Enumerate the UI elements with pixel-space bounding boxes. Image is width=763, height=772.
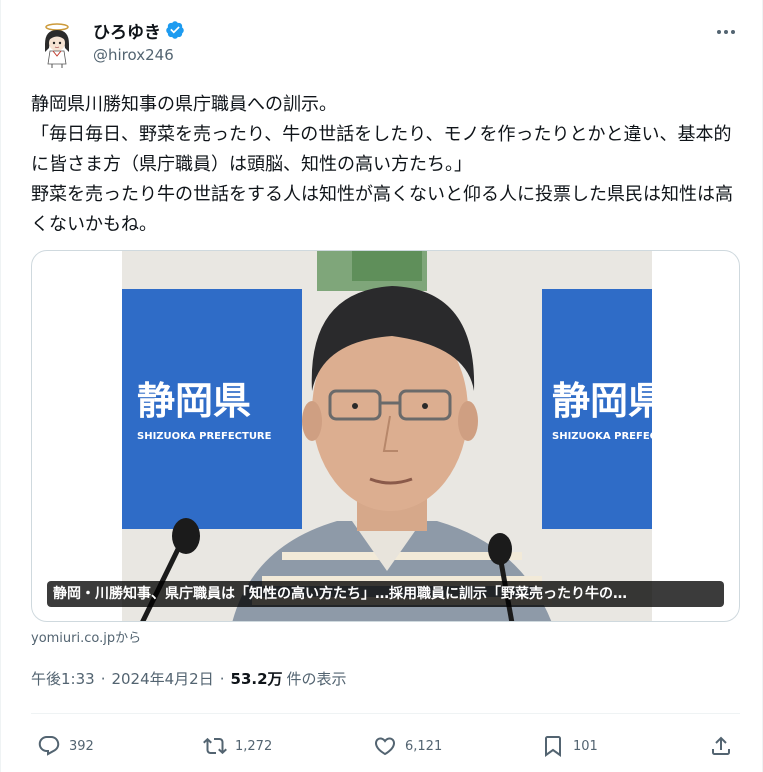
- views-label: 件の表示: [286, 670, 347, 688]
- share-button[interactable]: [709, 733, 733, 759]
- verified-badge-icon: [165, 20, 185, 40]
- like-button[interactable]: 6,121: [373, 733, 442, 759]
- meta-separator: ·: [100, 669, 106, 688]
- tweet-meta: 午後1:33 · 2024年4月2日 · 53.2万 件の表示: [31, 668, 347, 689]
- heart-icon: [374, 737, 396, 756]
- divider: [31, 713, 740, 714]
- tweet-date[interactable]: 2024年4月2日: [111, 668, 213, 689]
- more-options-button[interactable]: [714, 22, 738, 42]
- card-source-link[interactable]: yomiuri.co.jpから: [31, 627, 141, 646]
- tweet-detail: ひろゆき @hirox246 静岡県川勝知事の県庁職員への訓示。 「毎日毎日、野…: [0, 0, 763, 772]
- sign-text-left: 静岡県: [137, 379, 251, 423]
- repost-arrows-icon: [203, 737, 227, 755]
- avatar[interactable]: [31, 18, 83, 70]
- sign-subtext-right: SHIZUOKA PREFECTURE: [552, 431, 652, 442]
- like-count: 6,121: [405, 738, 443, 754]
- author-name-row[interactable]: ひろゆき: [93, 18, 185, 43]
- author-handle[interactable]: @hirox246: [93, 46, 174, 64]
- views-count: 53.2万: [230, 670, 283, 688]
- sign-subtext-left: SHIZUOKA PREFECTURE: [137, 431, 272, 442]
- more-dots-icon: [716, 30, 737, 34]
- sign-text-right: 静岡県: [552, 379, 652, 423]
- link-card[interactable]: 静岡県 SHIZUOKA PREFECTURE 静岡県 SHIZUOKA PRE…: [31, 250, 740, 622]
- tweet-text: 静岡県川勝知事の県庁職員への訓示。 「毎日毎日、野菜を売ったり、牛の世話をしたり…: [31, 94, 733, 235]
- card-caption: 静岡・川勝知事、県庁職員は「知性の高い方たち」…採用職員に訓示「野菜売ったり牛の…: [47, 581, 724, 607]
- repost-button[interactable]: 1,272: [203, 733, 272, 759]
- meta-separator: ·: [219, 669, 225, 688]
- bookmark-button[interactable]: 101: [541, 733, 598, 759]
- share-upload-icon: [712, 736, 730, 755]
- reply-count: 392: [69, 738, 94, 754]
- bookmark-count: 101: [573, 738, 598, 754]
- repost-count: 1,272: [235, 738, 273, 754]
- news-photo: 静岡県 SHIZUOKA PREFECTURE 静岡県 SHIZUOKA PRE…: [122, 251, 652, 621]
- display-name[interactable]: ひろゆき: [93, 18, 161, 43]
- tweet-time[interactable]: 午後1:33: [31, 668, 95, 689]
- bookmark-icon: [545, 736, 561, 757]
- reply-button[interactable]: 392: [37, 733, 94, 759]
- avatar-image: [31, 18, 83, 70]
- speech-bubble-icon: [38, 736, 60, 756]
